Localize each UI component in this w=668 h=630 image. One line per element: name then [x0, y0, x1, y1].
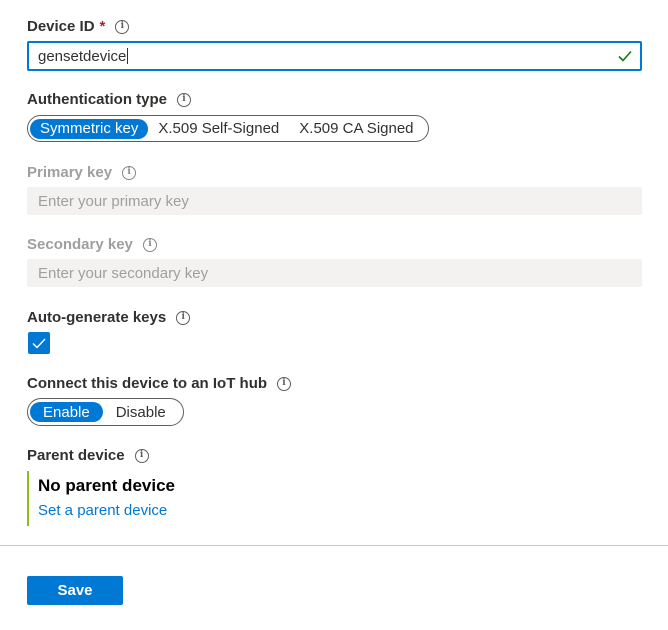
primary-key-placeholder: Enter your primary key [38, 192, 189, 210]
secondary-key-placeholder: Enter your secondary key [38, 264, 209, 282]
primary-key-label-row: Primary key i [27, 164, 137, 181]
connect-option-disable[interactable]: Disable [103, 402, 179, 422]
info-icon[interactable]: i [176, 310, 191, 325]
checkmark-icon [32, 338, 46, 349]
connect-hub-toggle: Enable Disable [27, 398, 184, 426]
auth-type-label-row: Authentication type i [27, 91, 192, 108]
parent-device-label: Parent device [27, 447, 125, 464]
primary-key-input[interactable]: Enter your primary key [27, 187, 642, 215]
auth-type-toggle: Symmetric key X.509 Self-Signed X.509 CA… [27, 115, 429, 142]
text-caret [127, 48, 129, 64]
secondary-key-label: Secondary key [27, 236, 133, 253]
auth-option-x509-ca-signed[interactable]: X.509 CA Signed [289, 119, 423, 139]
connect-hub-label-row: Connect this device to an IoT hub i [27, 375, 292, 392]
secondary-key-label-row: Secondary key i [27, 236, 157, 253]
secondary-key-input[interactable]: Enter your secondary key [27, 259, 642, 287]
auth-option-x509-self-signed[interactable]: X.509 Self-Signed [148, 119, 289, 139]
set-parent-device-link[interactable]: Set a parent device [38, 502, 175, 519]
auto-generate-checkbox[interactable] [28, 332, 50, 354]
auth-option-symmetric-key[interactable]: Symmetric key [30, 118, 149, 139]
connect-option-enable[interactable]: Enable [30, 402, 103, 422]
parent-device-label-row: Parent device i [27, 447, 149, 464]
footer-divider [0, 545, 668, 546]
info-icon[interactable]: i [177, 92, 192, 107]
save-button[interactable]: Save [27, 576, 123, 605]
connect-hub-label: Connect this device to an IoT hub [27, 375, 268, 392]
info-icon[interactable]: i [142, 237, 157, 252]
auto-generate-label-row: Auto-generate keys i [27, 309, 191, 326]
parent-device-block: No parent device Set a parent device [27, 471, 175, 526]
info-icon[interactable]: i [122, 165, 137, 180]
device-id-label-row: Device ID * i [27, 18, 130, 35]
device-id-value: gensetdevice [38, 47, 127, 65]
parent-device-value: No parent device [38, 476, 175, 495]
required-asterisk: * [99, 18, 106, 35]
device-id-input[interactable]: gensetdevice [27, 41, 642, 71]
checkmark-icon [618, 50, 632, 62]
info-icon[interactable]: i [115, 19, 130, 34]
auto-generate-label: Auto-generate keys [27, 309, 167, 326]
device-id-label: Device ID [27, 18, 95, 35]
primary-key-label: Primary key [27, 164, 113, 181]
info-icon[interactable]: i [134, 448, 149, 463]
info-icon[interactable]: i [277, 376, 292, 391]
auth-type-label: Authentication type [27, 91, 168, 108]
